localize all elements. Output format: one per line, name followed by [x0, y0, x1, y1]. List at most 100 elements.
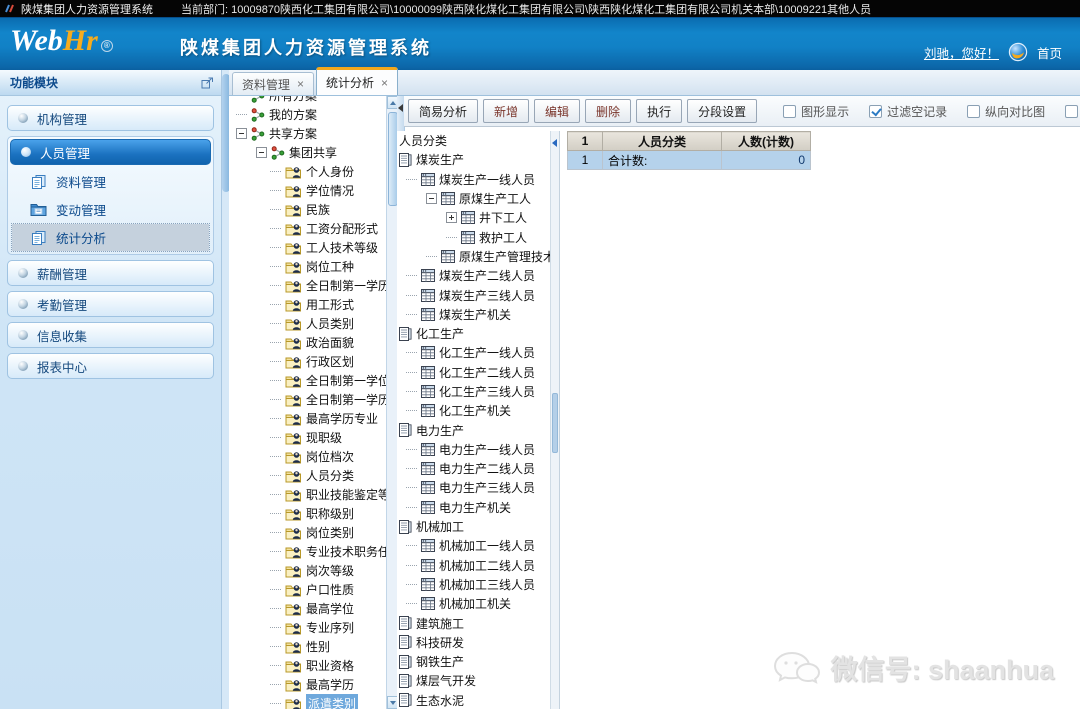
category-tree-scrollbar[interactable] — [550, 131, 560, 709]
checkbox-过滤空记录[interactable]: 过滤空记录 — [869, 103, 947, 120]
tree-node-化工生产[interactable]: 化工生产 — [397, 324, 550, 343]
tree-node-职业资格[interactable]: 职业资格 — [229, 656, 386, 675]
tree-node-钢铁生产[interactable]: 钢铁生产 — [397, 652, 550, 671]
tree-node-职称级别[interactable]: 职称级别 — [229, 504, 386, 523]
tree-node-派遣类别[interactable]: 派遣类别 — [229, 694, 386, 709]
toolbar-button-分段设置[interactable]: 分段设置 — [687, 99, 757, 123]
tree-node-专业技术职务任职资格[interactable]: 专业技术职务任职资格 — [229, 542, 386, 561]
tree-node-机械加工机关[interactable]: 机械加工机关 — [397, 594, 550, 613]
checkbox-部门作为统计条件[interactable]: 部门作为统计条件 — [1065, 103, 1080, 120]
tree-node-集团共享[interactable]: 集团共享 — [229, 143, 386, 162]
tree-node-机械加工二线人员[interactable]: 机械加工二线人员 — [397, 556, 550, 575]
tree-node-岗位档次[interactable]: 岗位档次 — [229, 447, 386, 466]
tab-close-icon[interactable]: × — [381, 78, 388, 88]
tree-node-全日制第一学历专业[interactable]: 全日制第一学历专业 — [229, 276, 386, 295]
sidebar-subitem-资料管理[interactable]: 资料管理 — [12, 168, 209, 195]
checkbox-unchecked-icon[interactable] — [1065, 105, 1078, 118]
toolbar-button-执行[interactable]: 执行 — [636, 99, 682, 123]
checkbox-unchecked-icon[interactable] — [967, 105, 980, 118]
tree-node-建筑施工[interactable]: 建筑施工 — [397, 613, 550, 632]
home-link[interactable]: 首页 — [1037, 43, 1062, 62]
sidebar-item-机构管理[interactable]: 机构管理 — [7, 105, 214, 131]
checkbox-checked-icon[interactable] — [869, 105, 882, 118]
toolbar-button-新增[interactable]: 新增 — [483, 99, 529, 123]
sidebar-item-报表中心[interactable]: 报表中心 — [7, 353, 214, 379]
tree-node-原煤生产工人[interactable]: 原煤生产工人 — [397, 189, 550, 208]
collapse-panel-icon[interactable] — [398, 104, 403, 112]
tree-node-煤层气开发[interactable]: 煤层气开发 — [397, 671, 550, 690]
checkbox-纵向对比图[interactable]: 纵向对比图 — [967, 103, 1045, 120]
tree-node-电力生产一线人员[interactable]: 电力生产一线人员 — [397, 440, 550, 459]
user-greeting-link[interactable]: 刘驰，您好！ — [924, 43, 999, 62]
tab-close-icon[interactable]: × — [297, 79, 304, 89]
tree-node-全日制第一学历[interactable]: 全日制第一学历 — [229, 390, 386, 409]
tree-node-原煤生产管理技术人员[interactable]: 原煤生产管理技术人员 — [397, 247, 550, 266]
tree-node-煤炭生产二线人员[interactable]: 煤炭生产二线人员 — [397, 266, 550, 285]
sidebar-subitem-统计分析[interactable]: 统计分析 — [12, 224, 209, 251]
tree-node-全日制第一学位[interactable]: 全日制第一学位 — [229, 371, 386, 390]
sidebar-item-信息收集[interactable]: 信息收集 — [7, 322, 214, 348]
tree-node-井下工人[interactable]: 井下工人 — [397, 208, 550, 227]
tree-node-煤炭生产一线人员[interactable]: 煤炭生产一线人员 — [397, 170, 550, 189]
tree-node-最高学位[interactable]: 最高学位 — [229, 599, 386, 618]
tree-node-共享方案[interactable]: 共享方案 — [229, 124, 386, 143]
tree-node-岗位类别[interactable]: 岗位类别 — [229, 523, 386, 542]
tree-node-煤炭生产[interactable]: 煤炭生产 — [397, 150, 550, 169]
checkbox-unchecked-icon[interactable] — [783, 105, 796, 118]
sidebar-subitem-变动管理[interactable]: 变动管理 — [12, 196, 209, 223]
tree-node-科技研发[interactable]: 科技研发 — [397, 633, 550, 652]
tree-node-救护工人[interactable]: 救护工人 — [397, 227, 550, 246]
tree-node-机械加工三线人员[interactable]: 机械加工三线人员 — [397, 575, 550, 594]
tree-node-人员类别[interactable]: 人员类别 — [229, 314, 386, 333]
tree-node-电力生产二线人员[interactable]: 电力生产二线人员 — [397, 459, 550, 478]
tree-node-机械加工一线人员[interactable]: 机械加工一线人员 — [397, 536, 550, 555]
tree-node-生态水泥[interactable]: 生态水泥 — [397, 691, 550, 709]
sidebar-item-人员管理[interactable]: 人员管理 — [10, 139, 211, 165]
tree-node-化工生产一线人员[interactable]: 化工生产一线人员 — [397, 343, 550, 362]
tree-node-最高学历专业[interactable]: 最高学历专业 — [229, 409, 386, 428]
tree-node-性别[interactable]: 性别 — [229, 637, 386, 656]
tree-node-职业技能鉴定等级[interactable]: 职业技能鉴定等级 — [229, 485, 386, 504]
tree-node-电力生产机关[interactable]: 电力生产机关 — [397, 498, 550, 517]
toolbar-button-简易分析[interactable]: 简易分析 — [408, 99, 478, 123]
tree-node-岗次等级[interactable]: 岗次等级 — [229, 561, 386, 580]
popout-icon[interactable] — [201, 77, 213, 89]
tree-node-户口性质[interactable]: 户口性质 — [229, 580, 386, 599]
tree-node-化工生产二线人员[interactable]: 化工生产二线人员 — [397, 363, 550, 382]
tree-node-专业序列[interactable]: 专业序列 — [229, 618, 386, 637]
tree-node-工资分配形式[interactable]: 工资分配形式 — [229, 219, 386, 238]
expander-plus-icon[interactable] — [446, 212, 457, 223]
expander-minus-icon[interactable] — [236, 128, 247, 139]
tree-node-岗位工种[interactable]: 岗位工种 — [229, 257, 386, 276]
tree-node-所有方案[interactable]: 所有方案 — [229, 96, 386, 105]
tree-root-人员分类[interactable]: 人员分类 — [397, 131, 550, 150]
tree-node-机械加工[interactable]: 机械加工 — [397, 517, 550, 536]
tree-node-工人技术等级[interactable]: 工人技术等级 — [229, 238, 386, 257]
tree-node-学位情况[interactable]: 学位情况 — [229, 181, 386, 200]
tree-node-化工生产三线人员[interactable]: 化工生产三线人员 — [397, 382, 550, 401]
tree-node-民族[interactable]: 民族 — [229, 200, 386, 219]
expander-minus-icon[interactable] — [426, 193, 437, 204]
tree-node-最高学历[interactable]: 最高学历 — [229, 675, 386, 694]
tree-node-个人身份[interactable]: 个人身份 — [229, 162, 386, 181]
tree-node-人员分类[interactable]: 人员分类 — [229, 466, 386, 485]
tree-node-化工生产机关[interactable]: 化工生产机关 — [397, 401, 550, 420]
checkbox-图形显示[interactable]: 图形显示 — [783, 103, 849, 120]
tree-node-用工形式[interactable]: 用工形式 — [229, 295, 386, 314]
tree-node-行政区划[interactable]: 行政区划 — [229, 352, 386, 371]
tab-统计分析[interactable]: 统计分析× — [316, 67, 398, 95]
tree-node-政治面貌[interactable]: 政治面貌 — [229, 333, 386, 352]
tree-node-煤炭生产三线人员[interactable]: 煤炭生产三线人员 — [397, 285, 550, 304]
result-row[interactable]: 1合计数:0 — [568, 151, 811, 170]
sidebar-item-考勤管理[interactable]: 考勤管理 — [7, 291, 214, 317]
tree-node-现职级[interactable]: 现职级 — [229, 428, 386, 447]
category-tree-scrollbar-thumb[interactable] — [552, 393, 558, 453]
sidebar-item-薪酬管理[interactable]: 薪酬管理 — [7, 260, 214, 286]
tab-资料管理[interactable]: 资料管理× — [232, 72, 314, 95]
toolbar-button-编辑[interactable]: 编辑 — [534, 99, 580, 123]
expander-minus-icon[interactable] — [256, 147, 267, 158]
tree-node-煤炭生产机关[interactable]: 煤炭生产机关 — [397, 305, 550, 324]
tree-node-电力生产[interactable]: 电力生产 — [397, 420, 550, 439]
toolbar-button-删除[interactable]: 删除 — [585, 99, 631, 123]
tree-node-电力生产三线人员[interactable]: 电力生产三线人员 — [397, 478, 550, 497]
